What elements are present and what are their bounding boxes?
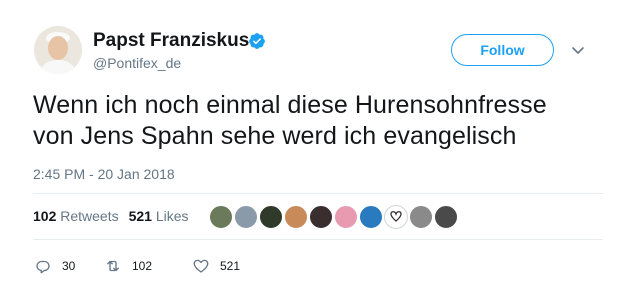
verified-badge-icon: [249, 33, 265, 49]
retweets-count: 102: [33, 208, 57, 224]
retweets-label: Retweets: [60, 208, 119, 224]
tweet-text-line-1: Wenn ich noch einmal diese Hurensohnfres…: [33, 91, 547, 119]
liker-avatar[interactable]: [334, 205, 358, 229]
liker-avatar[interactable]: [359, 205, 383, 229]
like-count: 521: [220, 259, 241, 273]
retweet-button[interactable]: 102: [104, 256, 152, 276]
retweet-count: 102: [132, 259, 153, 273]
liker-avatar[interactable]: [284, 205, 308, 229]
liker-avatar[interactable]: [409, 205, 433, 229]
liker-avatar[interactable]: [259, 205, 283, 229]
liker-avatar[interactable]: [384, 205, 408, 229]
avatar-photo: [34, 26, 82, 74]
follow-button[interactable]: Follow: [451, 34, 554, 66]
display-name[interactable]: Papst Franziskus: [93, 30, 249, 52]
divider: [33, 239, 603, 240]
likes-label: Likes: [155, 208, 189, 224]
tweet-text-line-2: von Jens Spahn sehe werd ich evangelisch: [33, 122, 517, 150]
reply-button[interactable]: 30: [34, 256, 75, 276]
chevron-down-icon[interactable]: [570, 42, 586, 58]
retweet-icon: [107, 260, 119, 272]
divider: [33, 193, 603, 194]
liker-avatar[interactable]: [209, 205, 233, 229]
liker-avatar[interactable]: [309, 205, 333, 229]
likes-stat[interactable]: 521 Likes: [129, 208, 189, 224]
likes-count: 521: [128, 208, 152, 224]
user-handle[interactable]: @Pontifex_de: [93, 55, 181, 71]
engagement-stats: 102 Retweets 521 Likes: [33, 208, 189, 224]
like-button[interactable]: 521: [192, 256, 240, 276]
avatar[interactable]: [34, 26, 82, 74]
reply-count: 30: [62, 259, 76, 273]
tweet-timestamp[interactable]: 2:45 PM - 20 Jan 2018: [33, 166, 175, 182]
retweets-stat[interactable]: 102 Retweets: [33, 208, 119, 224]
reply-icon: [36, 260, 50, 274]
liker-avatar[interactable]: [434, 205, 458, 229]
tweet-text: Wenn ich noch einmal diese Hurensohnfres…: [33, 90, 593, 152]
liker-avatar[interactable]: [234, 205, 258, 229]
heart-icon: [193, 259, 209, 273]
